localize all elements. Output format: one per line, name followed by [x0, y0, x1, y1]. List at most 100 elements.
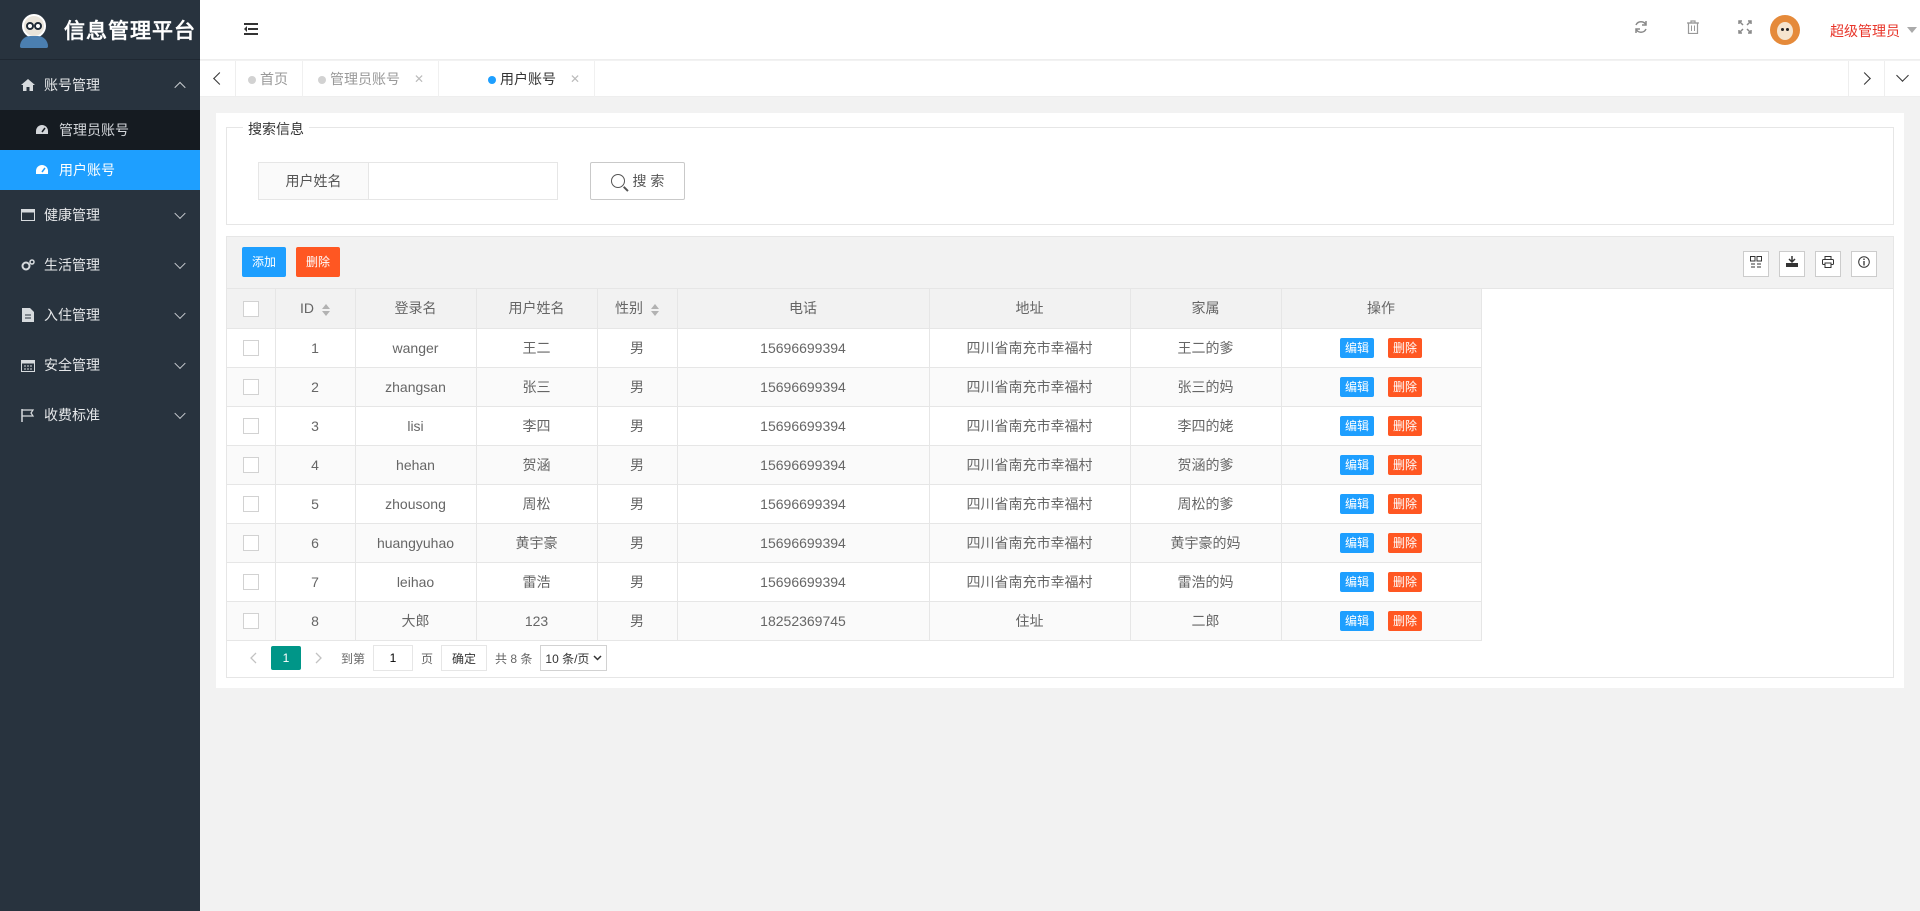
goto-confirm-button[interactable]: 确定: [441, 645, 488, 671]
tab-menu-chevron-down-icon[interactable]: [1884, 61, 1920, 97]
select-all-checkbox[interactable]: [242, 300, 259, 317]
chevron-down-icon: [593, 655, 602, 661]
row-checkbox[interactable]: [242, 418, 259, 435]
edit-button[interactable]: 编辑: [1339, 454, 1374, 475]
sidebar: 信息管理平台 账号管理 管理员账号 用户账号 健康管理 生活管理 入住管理 安全…: [0, 0, 200, 911]
sidebar-item-account-management[interactable]: 账号管理: [0, 60, 200, 110]
sidebar-item-health-management[interactable]: 健康管理: [0, 190, 200, 240]
edit-button[interactable]: 编辑: [1339, 376, 1374, 397]
row-checkbox[interactable]: [242, 496, 259, 513]
logo: 信息管理平台: [0, 0, 200, 60]
row-checkbox[interactable]: [242, 379, 259, 396]
edit-button[interactable]: 编辑: [1339, 532, 1374, 553]
edit-button[interactable]: 编辑: [1339, 337, 1374, 358]
edit-button[interactable]: 编辑: [1339, 571, 1374, 592]
column-header-actions: 操作: [1281, 289, 1482, 329]
trash-icon[interactable]: [1685, 20, 1701, 36]
sidebar-item-fee-standards[interactable]: 收费标准: [0, 390, 200, 440]
delete-button[interactable]: 删除: [1388, 415, 1423, 436]
tab-scroll-left-icon[interactable]: [200, 61, 236, 97]
table-row[interactable]: 8 大郎 123 男 18252369745 住址 二郎 编辑 删除: [227, 601, 1482, 641]
row-checkbox[interactable]: [242, 535, 259, 552]
delete-button[interactable]: 删除: [1388, 571, 1423, 592]
delete-button[interactable]: 删除: [1388, 493, 1423, 514]
goto-label: 到第: [341, 651, 366, 666]
row-checkbox[interactable]: [242, 340, 259, 357]
cell-login: 大郎: [355, 601, 477, 641]
delete-button[interactable]: 删除: [1388, 337, 1423, 358]
cell-id: 4: [275, 445, 356, 485]
table-row[interactable]: 7 leihao 雷浩男 15696699394 四川省南充市幸福村 雷浩的妈 编辑 删除: [227, 562, 1482, 602]
sidebar-item-label: 收费标准: [44, 407, 100, 423]
edit-button[interactable]: 编辑: [1339, 415, 1374, 436]
search-button-label: 搜 索: [632, 173, 665, 189]
column-header-gender[interactable]: 性别: [597, 289, 678, 329]
page-size-value: 10 条/页: [545, 651, 590, 666]
close-icon[interactable]: ✕: [570, 72, 580, 86]
sidebar-item-life-management[interactable]: 生活管理: [0, 240, 200, 290]
next-page-icon[interactable]: [305, 646, 333, 670]
table-row[interactable]: 1 wanger 王二男 15696699394 四川省南充市幸福村 王二的爹 编辑 删除: [227, 328, 1482, 368]
tab-admin-accounts[interactable]: 管理员账号 ✕: [306, 61, 440, 97]
columns-icon[interactable]: [1743, 251, 1769, 277]
cell-login: hehan: [355, 445, 477, 485]
cell-actions: 编辑 删除: [1281, 445, 1482, 485]
window-icon: [20, 209, 36, 221]
table-row[interactable]: 3 lisi 李四男 15696699394 四川省南充市幸福村 李四的姥 编辑 删除: [227, 406, 1482, 446]
export-icon[interactable]: [1779, 251, 1805, 277]
row-checkbox[interactable]: [242, 457, 259, 474]
refresh-icon[interactable]: [1633, 20, 1649, 36]
cell-family: 雷浩的妈: [1130, 562, 1282, 602]
print-icon[interactable]: [1815, 251, 1841, 277]
sidebar-item-admin-accounts[interactable]: 管理员账号: [0, 110, 200, 150]
menu-toggle-icon[interactable]: [244, 23, 258, 35]
table-row[interactable]: 2 zhangsan 张三男 15696699394 四川省南充市幸福村 张三的妈 编辑 删除: [227, 367, 1482, 407]
search-icon: [610, 174, 625, 188]
tab-dot-icon: [248, 76, 256, 84]
tab-scroll-right-icon[interactable]: [1848, 61, 1884, 97]
fullscreen-icon[interactable]: [1737, 20, 1753, 36]
column-header-id[interactable]: ID: [275, 289, 356, 329]
main-panel: 搜索信息 用户姓名 搜 索 添加 删除 ID 登录名 用户姓名 性别 电话 地址…: [216, 113, 1904, 688]
cell-name: 贺涵: [476, 445, 598, 485]
caret-down-icon[interactable]: [1907, 27, 1917, 33]
goto-page-input[interactable]: [373, 645, 414, 671]
row-select-cell: [227, 328, 276, 368]
avatar[interactable]: [1770, 15, 1800, 45]
delete-button[interactable]: 删除: [1388, 610, 1423, 631]
prev-page-icon[interactable]: [239, 646, 267, 670]
add-button[interactable]: 添加: [242, 247, 287, 277]
row-checkbox[interactable]: [242, 574, 259, 591]
delete-button[interactable]: 删除: [1388, 532, 1423, 553]
cell-gender: 男: [597, 562, 678, 602]
sidebar-item-user-accounts[interactable]: 用户账号: [0, 150, 200, 190]
table-row[interactable]: 5 zhousong 周松男 15696699394 四川省南充市幸福村 周松的爹 编辑 删除: [227, 484, 1482, 524]
page-number-current[interactable]: 1: [271, 646, 301, 670]
edit-button[interactable]: 编辑: [1339, 610, 1374, 631]
batch-delete-button[interactable]: 删除: [296, 247, 341, 277]
cell-actions: 编辑 删除: [1281, 328, 1482, 368]
close-icon[interactable]: ✕: [414, 72, 424, 86]
cell-phone: 15696699394: [677, 328, 930, 368]
info-icon[interactable]: [1851, 251, 1877, 277]
delete-button[interactable]: 删除: [1388, 454, 1423, 475]
cell-phone: 15696699394: [677, 367, 930, 407]
sidebar-item-security-management[interactable]: 安全管理: [0, 340, 200, 390]
cell-name: 李四: [476, 406, 598, 446]
table-row[interactable]: 6 huangyuhao 黄宇豪男 15696699394 四川省南充市幸福村 黄宇豪的妈…: [227, 523, 1482, 563]
tab-user-accounts[interactable]: 用户账号 ✕: [476, 61, 596, 97]
delete-button[interactable]: 删除: [1388, 376, 1423, 397]
tab-home[interactable]: 首页: [236, 61, 303, 97]
cell-address: 四川省南充市幸福村: [929, 445, 1131, 485]
table-row[interactable]: 4 hehan 贺涵男 15696699394 四川省南充市幸福村 贺涵的爹 编辑 删除: [227, 445, 1482, 485]
edit-button[interactable]: 编辑: [1339, 493, 1374, 514]
row-checkbox[interactable]: [242, 613, 259, 630]
sidebar-item-checkin-management[interactable]: 入住管理: [0, 290, 200, 340]
search-button[interactable]: 搜 索: [590, 162, 685, 200]
tab-dot-icon: [488, 76, 496, 84]
page-size-select[interactable]: 10 条/页: [540, 645, 608, 671]
sort-icon[interactable]: [322, 303, 330, 316]
user-name-label[interactable]: 超级管理员: [1830, 21, 1900, 41]
username-search-input[interactable]: [368, 162, 558, 200]
sort-icon[interactable]: [651, 303, 659, 316]
